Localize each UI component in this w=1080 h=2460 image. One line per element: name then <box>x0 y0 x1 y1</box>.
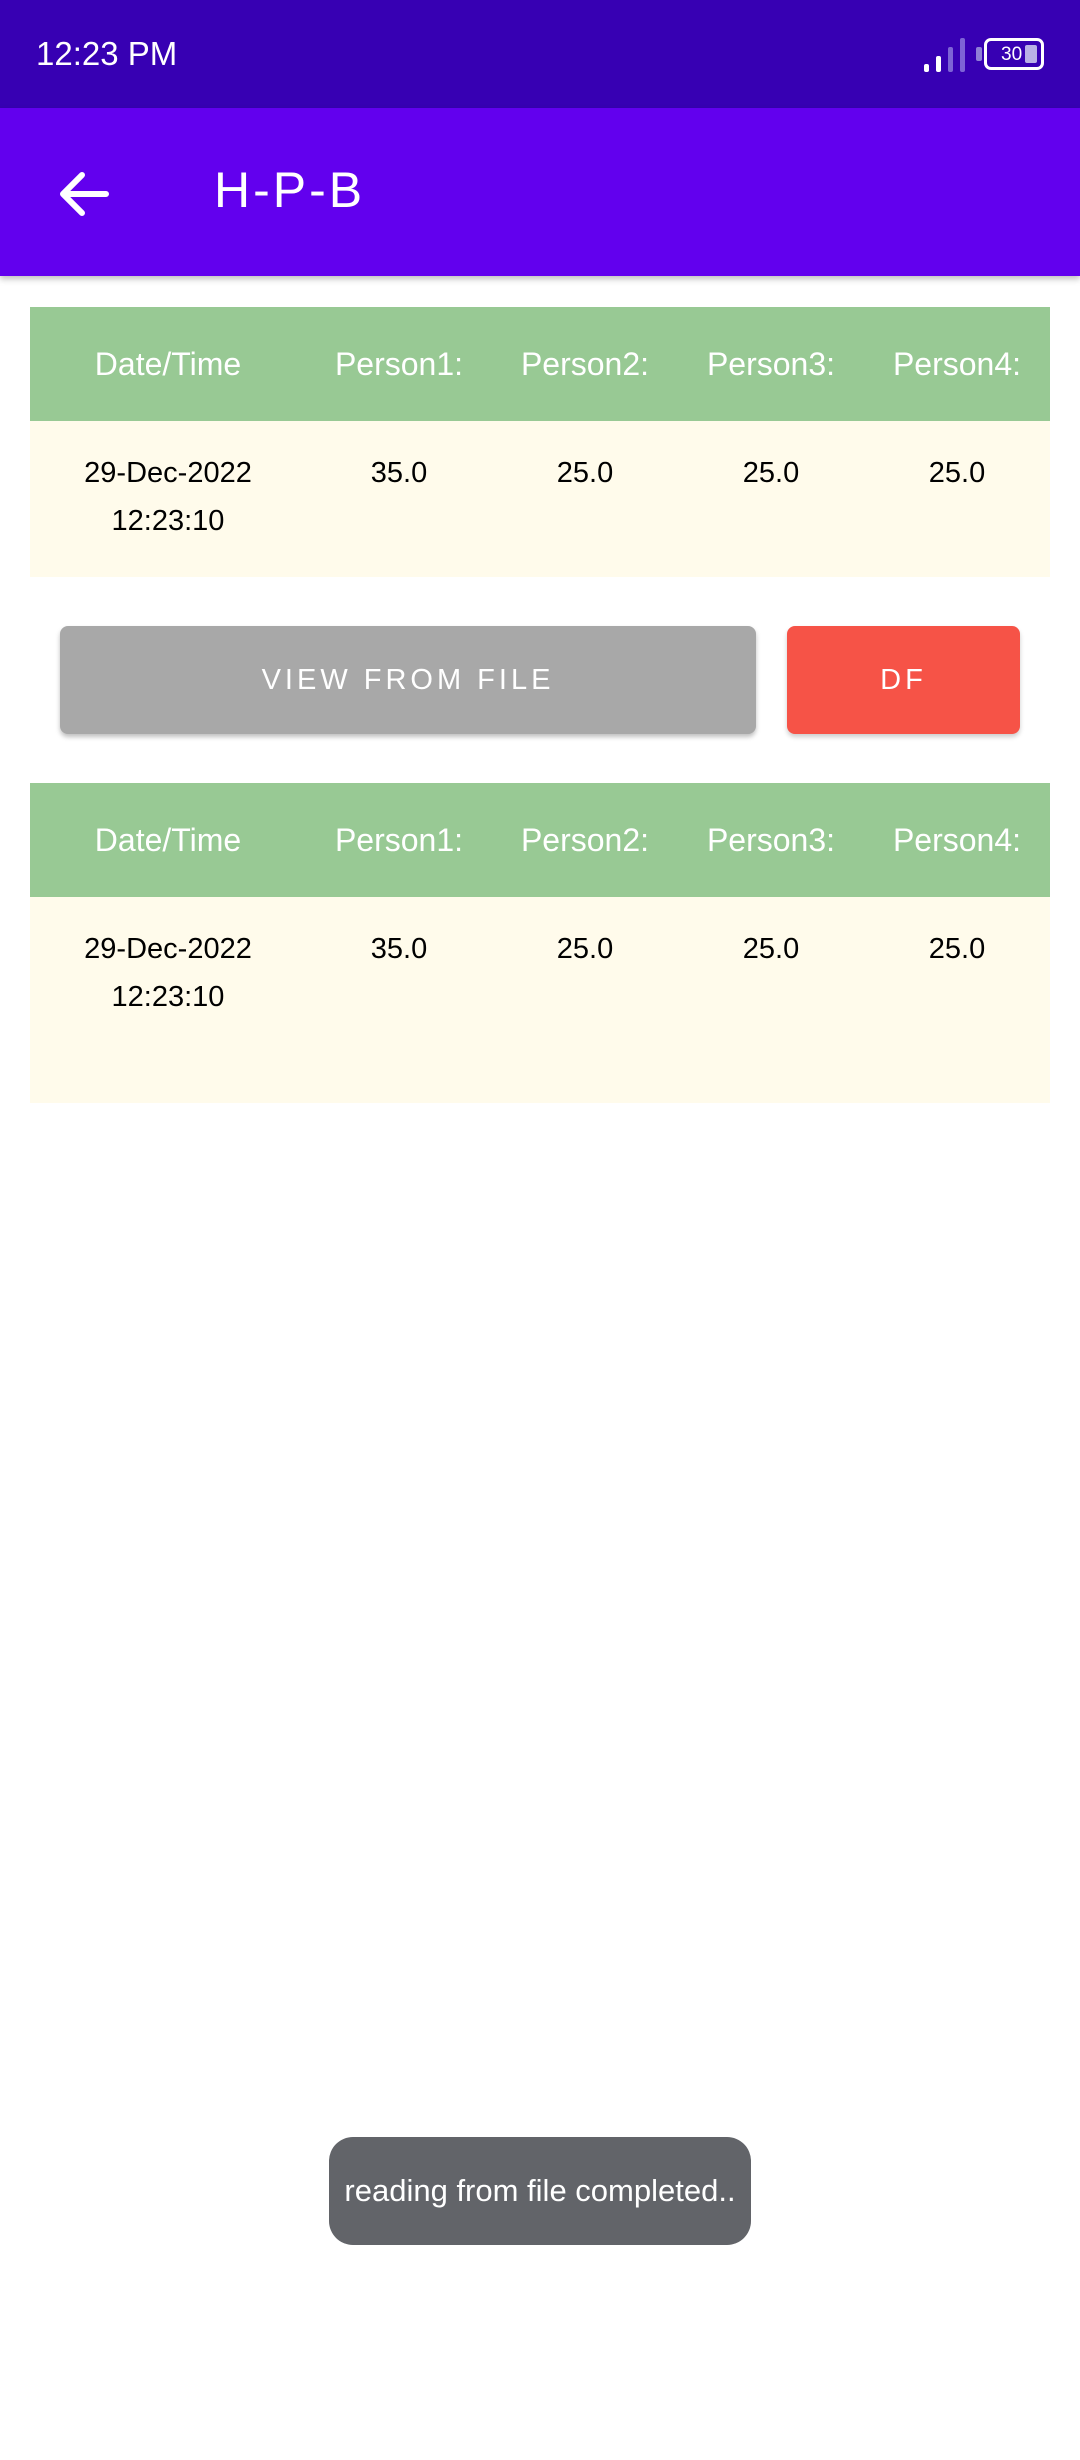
cell-person4: 25.0 <box>928 933 986 965</box>
table-header-row: Date/Time Person1: Person2: Person3: Per… <box>30 783 1050 897</box>
view-from-file-button[interactable]: VIEW FROM FILE <box>60 626 756 734</box>
header-person1: Person1: <box>334 822 464 858</box>
header-date-time: Date/Time <box>94 346 242 382</box>
header-person4: Person4: <box>892 346 1022 382</box>
cell-person2: 25.0 <box>556 933 614 965</box>
battery-level-text: 30 <box>1001 44 1023 65</box>
table-header-row: Date/Time Person1: Person2: Person3: Per… <box>30 307 1050 421</box>
toast-message: reading from file completed.. <box>329 2137 751 2245</box>
header-person1: Person1: <box>334 346 464 382</box>
readings-table-bottom: Date/Time Person1: Person2: Person3: Per… <box>30 783 1050 1103</box>
cell-date-time: 29-Dec-2022 12:23:10 <box>30 897 306 1103</box>
table-row: 29-Dec-2022 12:23:10 35.0 25.0 25.0 25.0 <box>30 421 1050 577</box>
cell-date: 29-Dec-2022 <box>84 457 252 489</box>
readings-table-top: Date/Time Person1: Person2: Person3: Per… <box>30 307 1050 577</box>
status-bar: 12:23 PM 30 <box>0 0 1080 108</box>
page-title: H-P-B <box>214 162 366 218</box>
cell-person3: 25.0 <box>742 933 800 965</box>
header-person3: Person3: <box>706 346 836 382</box>
header-person2: Person2: <box>520 346 650 382</box>
cell-date: 29-Dec-2022 <box>84 933 252 965</box>
cell-time: 12:23:10 <box>111 981 225 1013</box>
df-button[interactable]: DF <box>787 626 1020 734</box>
status-time: 12:23 PM <box>36 35 178 72</box>
table-row: 29-Dec-2022 12:23:10 35.0 25.0 25.0 25.0 <box>30 897 1050 1103</box>
header-person4: Person4: <box>892 822 1022 858</box>
cell-person1: 35.0 <box>370 457 428 489</box>
arrow-back-icon <box>60 172 109 216</box>
cell-time: 12:23:10 <box>111 505 225 537</box>
header-person2: Person2: <box>520 822 650 858</box>
cell-person4: 25.0 <box>928 457 986 489</box>
header-date-time: Date/Time <box>94 822 242 858</box>
cell-person1: 35.0 <box>370 933 428 965</box>
cell-person2: 25.0 <box>556 457 614 489</box>
cell-date-time: 29-Dec-2022 12:23:10 <box>30 421 306 577</box>
battery-icon: 30 <box>976 38 1044 70</box>
header-person3: Person3: <box>706 822 836 858</box>
back-button[interactable] <box>44 154 124 234</box>
signal-icon <box>924 38 965 72</box>
cell-person3: 25.0 <box>742 457 800 489</box>
app-bar: H-P-B <box>0 108 1080 276</box>
